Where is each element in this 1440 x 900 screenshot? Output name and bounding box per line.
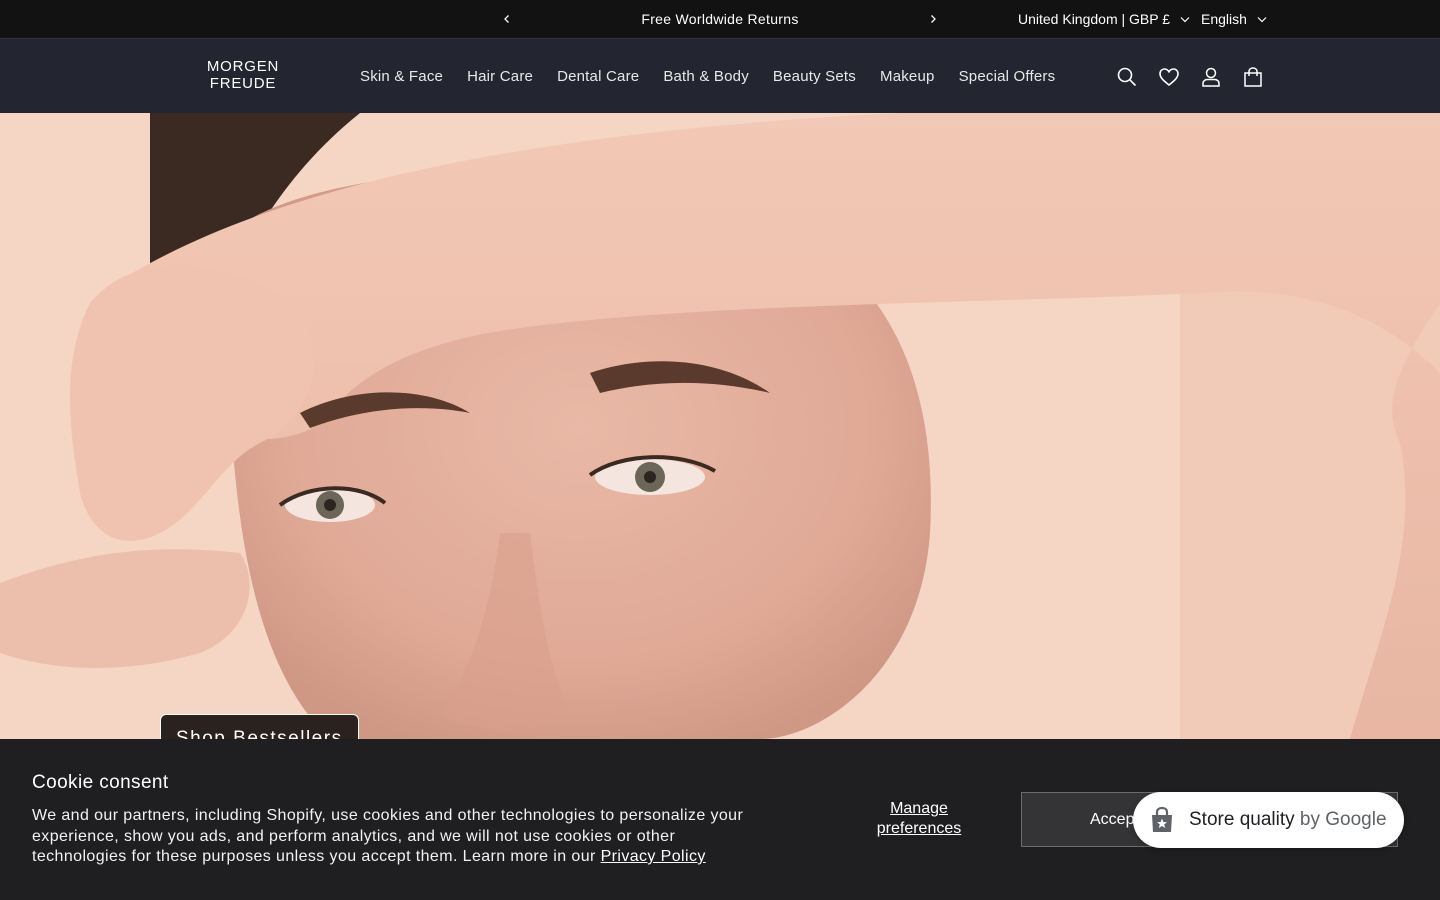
account-button[interactable] [1200,66,1222,88]
nav-skin-face[interactable]: Skin & Face [348,68,455,85]
wishlist-button[interactable] [1158,66,1180,88]
chevron-left-icon [504,15,509,23]
nav-bath-body[interactable]: Bath & Body [651,68,761,85]
shopping-bag-icon [1152,806,1172,832]
store-quality-badge[interactable]: Store quality by Google [1133,792,1404,848]
site-header: MORGEN FREUDE Skin & Face Hair Care Dent… [0,38,1440,113]
account-icon [1202,67,1220,87]
nav-special-offers[interactable]: Special Offers [947,68,1068,85]
region-selector[interactable]: United Kingdom | GBP £ [1018,0,1190,38]
chevron-down-icon [1257,16,1267,22]
logo-line-1: MORGEN [206,58,280,75]
nav-hair-care[interactable]: Hair Care [455,68,545,85]
manage-line-2: preferences [876,820,962,837]
announcement-prev-button[interactable] [495,0,519,38]
cookie-title: Cookie consent [32,772,169,793]
language-label: English [1201,11,1247,27]
brand-logo[interactable]: MORGEN FREUDE [200,58,286,92]
cookie-text: We and our partners, including Shopify, … [32,806,752,868]
badge-by-google: by Google [1299,809,1387,830]
nav-makeup[interactable]: Makeup [868,68,947,85]
logo-line-2: FREUDE [209,75,277,92]
manage-preferences-button[interactable]: Manage preferences [864,799,974,839]
privacy-policy-link[interactable]: Privacy Policy [601,848,706,865]
announcement-next-button[interactable] [921,0,945,38]
region-label: United Kingdom | GBP £ [1018,11,1171,27]
badge-text: Store quality by Google [1189,792,1387,848]
search-icon [1117,67,1137,86]
search-button[interactable] [1116,66,1138,88]
heart-icon [1159,67,1179,86]
main-nav: Skin & Face Hair Care Dental Care Bath &… [348,39,1067,114]
nav-dental-care[interactable]: Dental Care [545,68,651,85]
chevron-down-icon [1180,16,1190,22]
hero-banner: Shop Bestsellers [0,113,1440,739]
cart-icon [1244,66,1262,87]
badge-label: Store quality [1189,809,1295,830]
shop-bestsellers-button[interactable]: Shop Bestsellers [160,714,359,739]
manage-line-1: Manage [890,800,948,817]
chevron-right-icon [931,15,936,23]
language-selector[interactable]: English [1201,0,1267,38]
hero-image [0,113,1440,739]
cookie-banner: Cookie consent We and our partners, incl… [0,739,1440,900]
header-actions [1116,39,1264,114]
cart-button[interactable] [1242,66,1264,88]
announcement-bar: Free Worldwide Returns United Kingdom | … [0,0,1440,38]
announcement-message: Free Worldwide Returns [641,11,799,27]
nav-beauty-sets[interactable]: Beauty Sets [761,68,868,85]
